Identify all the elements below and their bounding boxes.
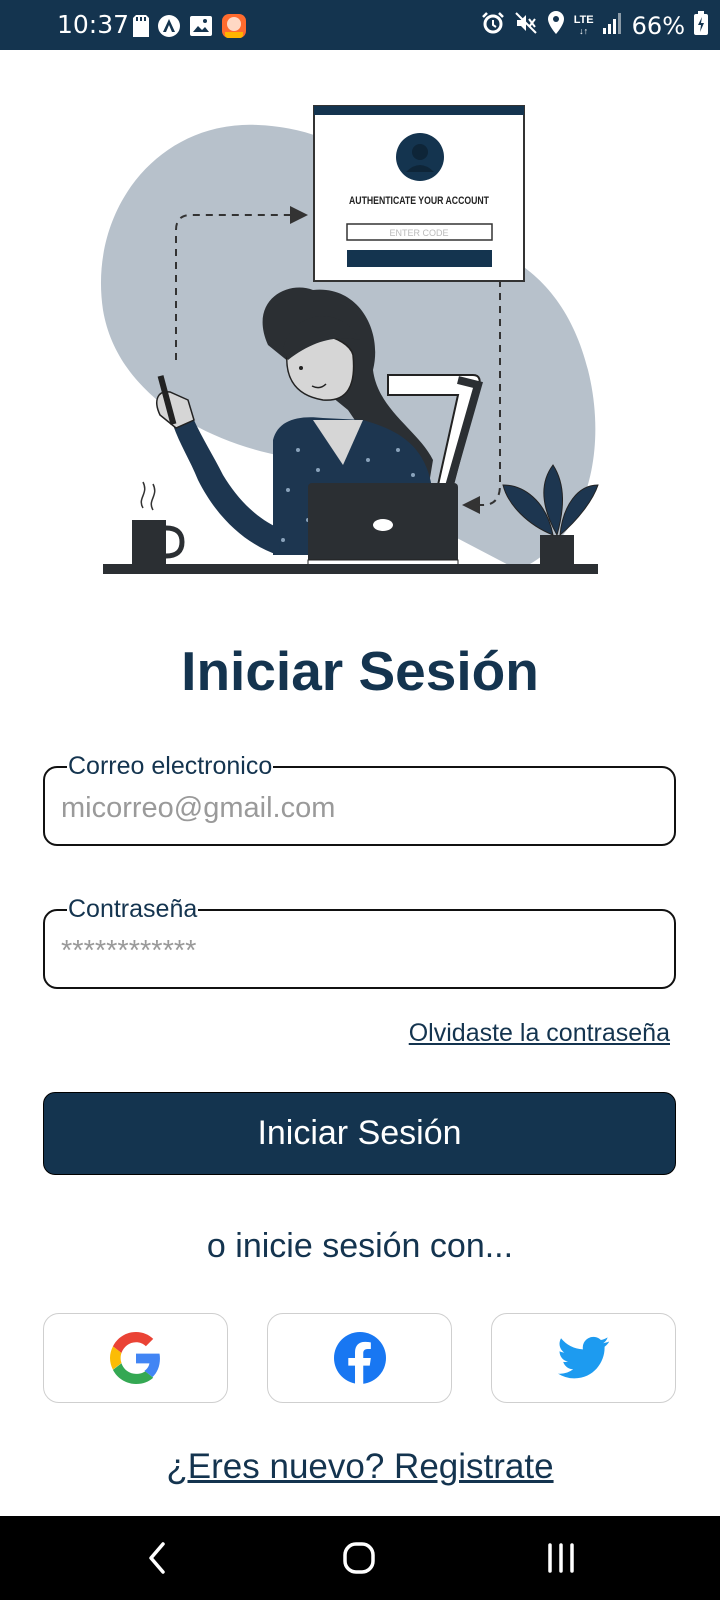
notification-app-icon: [221, 13, 247, 44]
navigation-bar: [0, 1516, 720, 1600]
sd-card-icon: [133, 15, 149, 42]
email-field[interactable]: Correo electronico: [43, 751, 676, 846]
location-icon: [547, 11, 565, 40]
alarm-icon: [481, 11, 505, 40]
recents-button[interactable]: [531, 1534, 591, 1582]
hero-illustration: AUTHENTICATE YOUR ACCOUNT ENTER CODE: [100, 105, 599, 574]
lte-label: LTE: [573, 13, 594, 26]
password-label: Contraseña: [67, 894, 199, 924]
gallery-icon: [189, 15, 213, 42]
recents-icon: [548, 1543, 574, 1573]
auth-card: AUTHENTICATE YOUR ACCOUNT ENTER CODE: [313, 105, 525, 282]
auth-card-input: ENTER CODE: [389, 228, 448, 238]
page-title: Iniciar Sesión: [181, 640, 539, 702]
facebook-login-button[interactable]: [267, 1313, 452, 1403]
email-input[interactable]: [61, 790, 651, 826]
status-icons-right: LTE ↓↑ 66%: [481, 11, 708, 40]
forgot-password-link[interactable]: Olvidaste la contraseña: [409, 1018, 670, 1048]
back-button[interactable]: [127, 1534, 187, 1582]
facebook-icon: [333, 1332, 386, 1384]
register-link[interactable]: ¿Eres nuevo? Registrate: [0, 1446, 720, 1488]
auth-card-title: AUTHENTICATE YOUR ACCOUNT: [349, 195, 489, 207]
login-button[interactable]: Iniciar Sesión: [43, 1092, 676, 1175]
google-icon: [109, 1332, 160, 1384]
desk: [103, 564, 598, 574]
battery-icon: [694, 11, 708, 40]
twitter-icon: [557, 1336, 609, 1379]
home-button[interactable]: [329, 1534, 389, 1582]
coffee-mug: [132, 481, 185, 565]
mute-icon: [514, 11, 538, 40]
signal-icon: [602, 12, 623, 39]
password-field[interactable]: Contraseña: [43, 894, 676, 989]
status-time: 10:37: [57, 10, 130, 39]
google-login-button[interactable]: [43, 1313, 228, 1403]
back-icon: [149, 1542, 165, 1574]
password-input[interactable]: [61, 933, 651, 969]
home-icon: [343, 1542, 375, 1574]
lte-icon: LTE ↓↑: [573, 13, 594, 36]
app-icon: [157, 14, 181, 43]
status-icons-left: [133, 13, 247, 44]
social-login-caption: o inicie sesión con...: [206, 1227, 514, 1265]
twitter-login-button[interactable]: [491, 1313, 676, 1403]
email-label: Correo electronico: [67, 751, 274, 781]
status-bar: 10:37 LTE ↓↑ 66%: [0, 0, 720, 50]
battery-percent: 66%: [631, 11, 685, 40]
